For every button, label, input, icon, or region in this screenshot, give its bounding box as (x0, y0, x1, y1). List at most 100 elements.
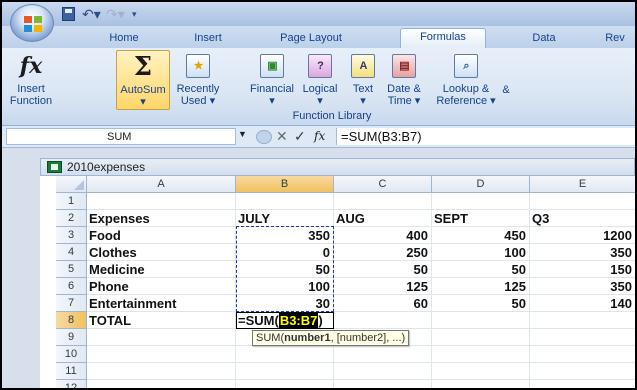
cell-e12[interactable] (530, 380, 635, 388)
autosum-button[interactable]: Σ AutoSum ▾ (116, 50, 170, 110)
active-cell-editor[interactable]: =SUM(B3:B7) (236, 312, 334, 329)
cell-c12[interactable] (334, 380, 432, 388)
cell-e4[interactable]: 350 (530, 244, 635, 261)
cell-a9[interactable] (87, 329, 236, 346)
insert-function-button[interactable]: fx Insert Function (6, 50, 56, 110)
cell-c11[interactable] (334, 363, 432, 380)
cancel-icon[interactable]: ✕ (276, 128, 288, 145)
cell-c6[interactable]: 125 (334, 278, 432, 295)
cell-b3[interactable]: 350 (236, 227, 334, 244)
cell-c10[interactable] (334, 346, 432, 363)
row-header-8[interactable]: 8 (56, 312, 87, 329)
cell-b7[interactable]: 30 (236, 295, 334, 312)
cell-e7[interactable]: 140 (530, 295, 635, 312)
insert-function-fx-icon[interactable]: fx (314, 128, 325, 145)
cell-d11[interactable] (432, 363, 530, 380)
cell-b2[interactable]: JULY (236, 210, 334, 227)
formula-bar-handle-icon[interactable] (256, 130, 272, 144)
row-header-3[interactable]: 3 (56, 227, 87, 244)
cell-e1[interactable] (530, 193, 635, 210)
cell-c8[interactable] (334, 312, 432, 329)
function-argument-tooltip[interactable]: SUM(number1, [number2], ...) (252, 330, 410, 346)
cell-d7[interactable]: 50 (432, 295, 530, 312)
column-header-a[interactable]: A (87, 176, 236, 193)
tab-formulas[interactable]: Formulas (400, 28, 486, 49)
cell-c1[interactable] (334, 193, 432, 210)
cell-d9[interactable] (432, 329, 530, 346)
row-header-5[interactable]: 5 (56, 261, 87, 278)
cell-d10[interactable] (432, 346, 530, 363)
cell-e6[interactable]: 350 (530, 278, 635, 295)
cell-c5[interactable]: 50 (334, 261, 432, 278)
tab-page-layout[interactable]: Page Layout (272, 30, 350, 48)
cell-d2[interactable]: SEPT (432, 210, 530, 227)
cell-e10[interactable] (530, 346, 635, 363)
cell-e5[interactable]: 150 (530, 261, 635, 278)
row-header-7[interactable]: 7 (56, 295, 87, 312)
financial-button[interactable]: ▣ Financial ▾ (248, 50, 296, 110)
cell-a10[interactable] (87, 346, 236, 363)
cell-b11[interactable] (236, 363, 334, 380)
row-header-6[interactable]: 6 (56, 278, 87, 295)
cell-c7[interactable]: 60 (334, 295, 432, 312)
cell-a4[interactable]: Clothes (87, 244, 236, 261)
cell-b12[interactable] (236, 380, 334, 388)
cell-e3[interactable]: 1200 (530, 227, 635, 244)
row-header-1[interactable]: 1 (56, 193, 87, 210)
cell-d4[interactable]: 100 (432, 244, 530, 261)
more-functions-button[interactable]: & (500, 84, 512, 98)
tab-data[interactable]: Data (524, 30, 564, 48)
cell-b6[interactable]: 100 (236, 278, 334, 295)
column-header-d[interactable]: D (432, 176, 530, 193)
cell-a12[interactable] (87, 380, 236, 388)
cell-a3[interactable]: Food (87, 227, 236, 244)
cell-b4[interactable]: 0 (236, 244, 334, 261)
tab-home[interactable]: Home (102, 30, 146, 48)
recently-used-button[interactable]: ★ Recently Used ▾ (172, 50, 224, 110)
cell-d1[interactable] (432, 193, 530, 210)
enter-check-icon[interactable]: ✓ (294, 128, 306, 145)
customize-quick-access-icon[interactable]: ▾ (132, 7, 142, 21)
row-header-2[interactable]: 2 (56, 210, 87, 227)
cell-b1[interactable] (236, 193, 334, 210)
cell-a6[interactable]: Phone (87, 278, 236, 295)
cell-a8[interactable]: TOTAL (87, 312, 236, 329)
select-all-corner[interactable] (56, 176, 87, 193)
cell-e9[interactable] (530, 329, 635, 346)
lookup-reference-button[interactable]: ⌕ Lookup & Reference ▾ (434, 50, 498, 110)
cell-a11[interactable] (87, 363, 236, 380)
save-icon[interactable] (62, 7, 75, 21)
cell-d6[interactable]: 125 (432, 278, 530, 295)
cell-a7[interactable]: Entertainment (87, 295, 236, 312)
formula-input[interactable]: =SUM(B3:B7) (336, 128, 635, 145)
cell-c2[interactable]: AUG (334, 210, 432, 227)
column-header-e[interactable]: E (530, 176, 635, 193)
cell-a1[interactable] (87, 193, 236, 210)
logical-button[interactable]: ? Logical ▾ (298, 50, 342, 110)
row-header-10[interactable]: 10 (56, 346, 87, 363)
cell-e2[interactable]: Q3 (530, 210, 635, 227)
cell-d8[interactable] (432, 312, 530, 329)
redo-icon[interactable]: ↷▾ (106, 7, 128, 21)
cell-c3[interactable]: 400 (334, 227, 432, 244)
office-button[interactable] (10, 4, 54, 42)
cell-c4[interactable]: 250 (334, 244, 432, 261)
row-header-11[interactable]: 11 (56, 363, 87, 380)
row-header-9[interactable]: 9 (56, 329, 87, 346)
tab-review[interactable]: Rev (598, 30, 632, 48)
cell-e11[interactable] (530, 363, 635, 380)
tab-insert[interactable]: Insert (188, 30, 228, 48)
name-box-dropdown-icon[interactable]: ▼ (238, 129, 247, 139)
cell-d5[interactable]: 50 (432, 261, 530, 278)
undo-icon[interactable]: ↶▾ (82, 7, 104, 21)
column-header-b[interactable]: B (236, 176, 334, 193)
cell-b10[interactable] (236, 346, 334, 363)
text-button[interactable]: A Text ▾ (348, 50, 378, 110)
cell-b5[interactable]: 50 (236, 261, 334, 278)
cell-d3[interactable]: 450 (432, 227, 530, 244)
name-box[interactable]: SUM (6, 128, 236, 145)
cell-a5[interactable]: Medicine (87, 261, 236, 278)
cell-e8[interactable] (530, 312, 635, 329)
row-header-12[interactable]: 12 (56, 380, 87, 388)
cell-a2[interactable]: Expenses (87, 210, 236, 227)
